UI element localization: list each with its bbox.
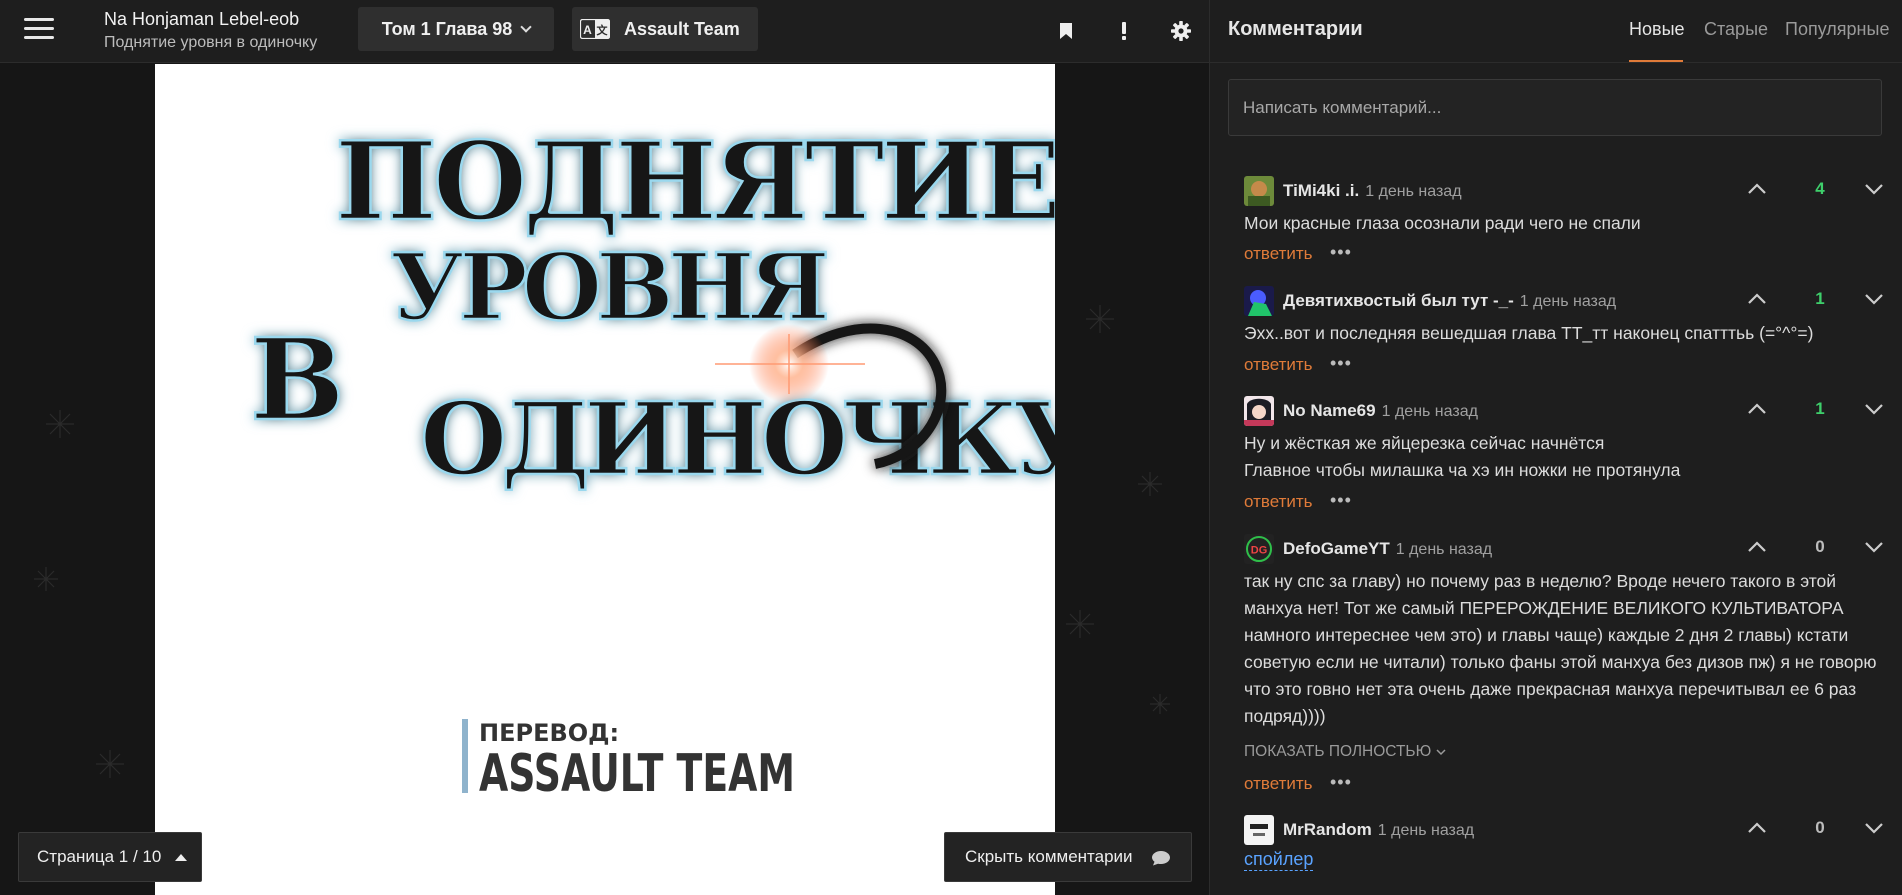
show-full-label: ПОКАЗАТЬ ПОЛНОСТЬЮ [1244, 743, 1432, 760]
downvote-icon[interactable] [1863, 819, 1885, 837]
comment-author[interactable]: MrRandom [1283, 820, 1372, 839]
show-full-link[interactable]: ПОКАЗАТЬ ПОЛНОСТЬЮ [1244, 743, 1446, 761]
title-art: ПОДНЯТИЕ УРОВНЯ В ОДИНОЧКУ ПЕРЕВОД: ASSA… [249, 118, 1055, 804]
chapter-select[interactable]: Том 1 Глава 98 [358, 7, 554, 51]
comments-header: Комментарии Новые Старые Популярные [1210, 0, 1902, 63]
avatar[interactable] [1244, 286, 1274, 316]
credit-label: ПЕРЕВОД: [479, 719, 619, 747]
svg-text:УРОВНЯ: УРОВНЯ [390, 233, 826, 341]
vote-count: 0 [1815, 818, 1825, 837]
downvote-icon[interactable] [1863, 400, 1885, 418]
svg-text:ПОДНЯТИЕ: ПОДНЯТИЕ [335, 119, 1055, 245]
comment-text: Ну и жёсткая же яйцерезка сейчас начнётс… [1244, 430, 1884, 484]
reply-link[interactable]: ответить [1244, 355, 1313, 375]
translation-team-button[interactable]: A 文 Assault Team [572, 7, 758, 51]
gear-icon[interactable] [1167, 17, 1195, 45]
downvote-icon[interactable] [1863, 290, 1885, 308]
reply-link[interactable]: ответить [1244, 492, 1313, 512]
bookmark-icon[interactable] [1052, 17, 1080, 45]
team-label: Assault Team [624, 18, 740, 39]
comment-author[interactable]: Девятихвостый был тут -_- [1283, 291, 1514, 310]
more-options-icon[interactable]: ••• [1330, 772, 1352, 793]
tab-popular[interactable]: Популярные [1785, 19, 1889, 40]
svg-text:DG: DG [1251, 545, 1268, 557]
comments-panel: Комментарии Новые Старые Популярные TiMi… [1209, 0, 1902, 895]
reader-area[interactable]: ПОДНЯТИЕ УРОВНЯ В ОДИНОЧКУ ПЕРЕВОД: ASSA… [0, 64, 1209, 895]
avatar[interactable] [1244, 815, 1274, 845]
avatar[interactable] [1244, 396, 1274, 426]
comment-author-row: Девятихвостый был тут -_- 1 день назад [1283, 291, 1616, 311]
upvote-icon[interactable] [1746, 400, 1768, 418]
tab-old[interactable]: Старые [1704, 19, 1768, 40]
manga-subtitle: Поднятие уровня в одиночку [104, 34, 318, 51]
vote-count: 1 [1815, 399, 1825, 418]
reader-header: Na Honjaman Lebel-eob Поднятие уровня в … [0, 0, 1209, 63]
page-indicator[interactable]: Страница 1 / 10 [18, 832, 202, 882]
tab-new[interactable]: Новые [1629, 19, 1685, 40]
comment-text: Мои красные глаза осознали ради чего не … [1244, 213, 1641, 233]
svg-text:A: A [583, 23, 592, 37]
comment-author-row: DefoGameYT 1 день назад [1283, 539, 1492, 559]
comment-author[interactable]: TiMi4ki .i. [1283, 181, 1359, 200]
comment-time: 1 день назад [1395, 541, 1493, 558]
manga-title[interactable]: Na Honjaman Lebel-eob [104, 8, 317, 30]
vote-count: 1 [1815, 289, 1825, 308]
manga-reader-app: Na Honjaman Lebel-eob Поднятие уровня в … [0, 0, 1902, 895]
spoiler-link[interactable]: спойлер [1244, 849, 1314, 871]
more-options-icon[interactable]: ••• [1330, 490, 1352, 511]
comment-time: 1 день назад [1365, 183, 1462, 200]
comment-author[interactable]: DefoGameYT [1283, 539, 1390, 558]
comment-time: 1 день назад [1519, 293, 1617, 310]
comment-time: 1 день назад [1381, 403, 1478, 420]
report-icon[interactable] [1110, 17, 1138, 45]
svg-text:ОДИНОЧКУ: ОДИНОЧКУ [420, 380, 1055, 498]
translate-icon: A 文 [580, 19, 610, 39]
upvote-icon[interactable] [1746, 180, 1768, 198]
comment-author-row: TiMi4ki .i. 1 день назад [1283, 181, 1462, 201]
avatar[interactable] [1244, 176, 1274, 206]
vote-count: 0 [1815, 537, 1825, 556]
downvote-icon[interactable] [1863, 538, 1885, 556]
menu-icon[interactable] [24, 18, 54, 42]
chevron-down-icon [1436, 749, 1446, 756]
comment-text: Эхх..вот и последняя вешедшая глава ТТ_т… [1244, 323, 1814, 343]
comment-text: так ну спс за главу) но почему раз в нед… [1244, 571, 1877, 726]
active-tab-indicator [1629, 60, 1683, 62]
upvote-icon[interactable] [1746, 290, 1768, 308]
chevron-down-icon [520, 21, 532, 33]
comment-input[interactable] [1228, 79, 1882, 136]
upvote-icon[interactable] [1746, 538, 1768, 556]
comment-author-row: MrRandom 1 день назад [1283, 820, 1474, 840]
comments-title: Комментарии [1228, 18, 1363, 40]
downvote-icon[interactable] [1863, 180, 1885, 198]
caret-up-icon [175, 854, 187, 861]
comment-bubble-icon [1151, 850, 1171, 871]
vote-count: 4 [1815, 179, 1825, 198]
title-block: Na Honjaman Lebel-eob Поднятие уровня в … [104, 8, 317, 54]
manga-page-image[interactable]: ПОДНЯТИЕ УРОВНЯ В ОДИНОЧКУ ПЕРЕВОД: ASSA… [155, 64, 1055, 895]
hide-comments-label: Скрыть комментарии [965, 847, 1133, 866]
comment-text-line: Главное чтобы милашка ча хэ ин ножки не … [1244, 460, 1681, 480]
svg-text:В: В [250, 315, 345, 446]
comment-time: 1 день назад [1377, 822, 1475, 839]
comment-author[interactable]: No Name69 [1283, 401, 1376, 420]
reply-link[interactable]: ответить [1244, 244, 1313, 264]
chapter-label: Том 1 Глава 98 [381, 18, 513, 39]
avatar[interactable]: DG [1244, 534, 1274, 564]
more-options-icon[interactable]: ••• [1330, 242, 1352, 263]
hide-comments-button[interactable]: Скрыть комментарии [944, 832, 1192, 882]
svg-text:文: 文 [597, 23, 609, 37]
upvote-icon[interactable] [1746, 819, 1768, 837]
page-indicator-label: Страница 1 / 10 [37, 847, 162, 866]
credit-team: ASSAULT TEAM [479, 744, 795, 804]
more-options-icon[interactable]: ••• [1330, 353, 1352, 374]
comment-text-line: Ну и жёсткая же яйцерезка сейчас начнётс… [1244, 433, 1605, 453]
reply-link[interactable]: ответить [1244, 774, 1313, 794]
comment-author-row: No Name69 1 день назад [1283, 401, 1478, 421]
